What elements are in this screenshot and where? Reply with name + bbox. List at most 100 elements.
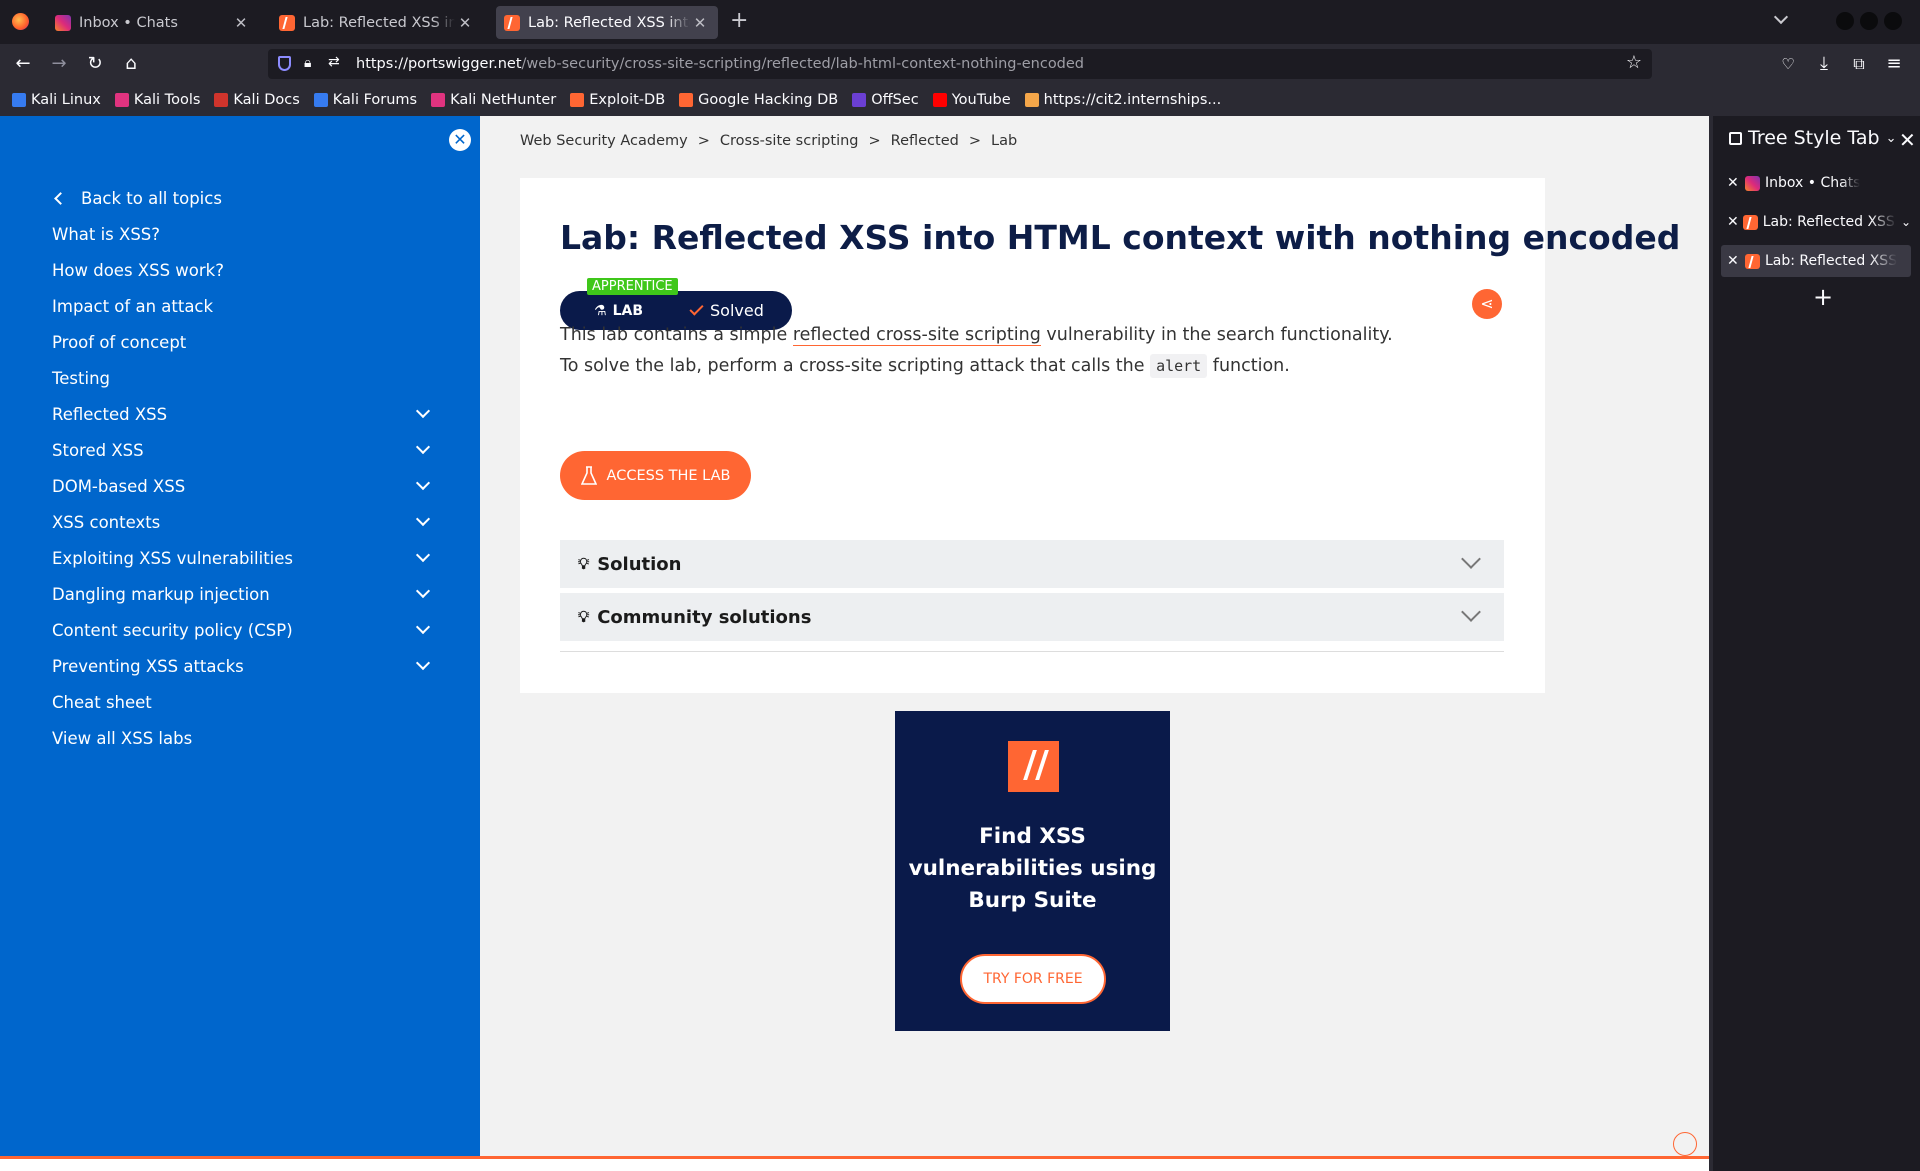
sidebar-item[interactable]: Testing [52,360,432,396]
forward-arrow-icon[interactable]: → [47,52,71,76]
sidebar-item[interactable]: View all XSS labs [52,720,432,756]
flask-icon: ⚗︎ [594,302,607,319]
lab-card: Lab: Reflected XSS into HTML context wit… [520,178,1680,693]
breadcrumb-item[interactable]: Reflected [891,133,959,149]
tst-tab-lab-2-active[interactable]: ✕ Lab: Reflected XSS [1721,245,1911,277]
tab-close-icon[interactable]: ✕ [231,14,251,32]
bookmark-item[interactable]: OffSec [852,92,919,108]
scroll-to-top-icon[interactable] [1673,1132,1697,1156]
reload-icon[interactable]: ↻ [83,52,107,76]
tab-lab-1[interactable]: Lab: Reflected XSS into HTML context ✕ [271,6,483,39]
flask-icon [580,465,597,485]
tst-tab-inbox[interactable]: ✕ Inbox • Chats [1721,167,1911,199]
bookmark-favicon-icon [679,93,694,107]
chevron-down-icon[interactable] [415,619,431,635]
extensions-icon[interactable]: ⧉ [1847,52,1871,76]
sidebar-item[interactable]: Impact of an attack [52,288,432,324]
solution-accordion[interactable]: 💡︎ Solution [560,540,1504,588]
share-icon[interactable]: ⋖ [1472,289,1502,319]
bookmark-label: Kali NetHunter [450,92,557,108]
sidebar-item[interactable]: Stored XSS [52,432,432,468]
close-tab-icon[interactable]: ✕ [1727,214,1739,230]
bookmark-item[interactable]: https://cit2.internships... [1024,92,1222,108]
pocket-icon[interactable]: ♡ [1776,52,1800,76]
bookmark-item[interactable]: Kali Linux [12,92,101,108]
tracking-protection-shield-icon[interactable] [278,56,291,71]
bookmark-item[interactable]: Kali NetHunter [431,92,556,108]
sidebar-item[interactable]: Content security policy (CSP) [52,612,432,648]
breadcrumb-item[interactable]: Cross-site scripting [720,133,859,149]
chevron-down-icon[interactable] [415,403,431,419]
burp-suite-ad: Find XSS vulnerabilities using Burp Suit… [895,711,1170,1031]
bookmark-item[interactable]: Kali Docs [214,92,300,108]
firefox-menu-icon[interactable] [12,13,29,30]
access-lab-button[interactable]: ACCESS THE LAB [560,451,751,500]
sidebar-item-label: What is XSS? [52,224,161,244]
sidebar-item[interactable]: What is XSS? [52,216,432,252]
maximize-icon[interactable] [1860,12,1878,30]
sidebar-item[interactable]: Preventing XSS attacks [52,648,432,684]
tst-tab-title: Lab: Reflected XSS into [1762,214,1897,230]
downloads-icon[interactable]: ⤓ [1812,52,1836,76]
close-window-icon[interactable] [1884,12,1902,30]
bookmark-favicon-icon [1024,93,1039,107]
reflected-xss-link[interactable]: reflected cross-site scripting [792,325,1041,346]
close-tab-icon[interactable]: ✕ [1727,175,1741,191]
tst-tab-title: Lab: Reflected XSS [1765,253,1898,269]
chevron-down-icon[interactable] [415,511,431,527]
bookmark-label: Kali Docs [233,92,300,108]
permissions-icon[interactable]: ⇄ [328,54,340,70]
chevron-down-icon[interactable]: ⌄ [1901,215,1911,229]
bookmark-label: https://cit2.internships... [1043,92,1222,108]
tst-tab-lab-1[interactable]: ✕ Lab: Reflected XSS into ⌄ [1721,206,1911,238]
tab-title: Lab: Reflected XSS into HTML context [303,14,455,31]
try-for-free-button[interactable]: TRY FOR FREE [960,954,1106,1004]
tab-close-icon[interactable]: ✕ [690,14,710,32]
close-tab-icon[interactable]: ✕ [1727,253,1741,269]
breadcrumb-item[interactable]: Lab [991,133,1017,149]
url-bar[interactable]: 🔒︎ ⇄ https://portswigger.net/web-securit… [268,49,1652,79]
chevron-down-icon[interactable] [415,439,431,455]
tab-lab-2-active[interactable]: Lab: Reflected XSS into HTML context ✕ [496,6,718,39]
breadcrumb-item[interactable]: Web Security Academy [520,133,688,149]
chevron-down-icon[interactable] [415,475,431,491]
home-icon[interactable]: ⌂ [119,52,143,76]
community-solutions-accordion[interactable]: 💡︎ Community solutions [560,593,1504,641]
hamburger-menu-icon[interactable]: ≡ [1882,52,1906,76]
bookmark-item[interactable]: Google Hacking DB [679,92,838,108]
new-tab-button[interactable]: + [730,8,748,33]
tab-inbox-chats[interactable]: Inbox • Chats ✕ [47,6,259,39]
sidebar-item[interactable]: Dangling markup injection [52,576,432,612]
bookmark-label: OffSec [871,92,919,108]
tab-close-icon[interactable]: ✕ [455,14,475,32]
back-arrow-icon[interactable]: ← [11,52,35,76]
lock-icon[interactable]: 🔒︎ [304,55,311,71]
bookmark-star-icon[interactable]: ☆ [1626,52,1642,73]
close-sidebar-icon[interactable]: ✕ [449,129,471,151]
bookmark-favicon-icon [114,93,129,107]
minimize-icon[interactable] [1836,12,1854,30]
chevron-down-icon[interactable] [415,655,431,671]
solution-label: Solution [597,553,682,575]
sidebar-item[interactable]: Exploiting XSS vulnerabilities [52,540,432,576]
bookmark-item[interactable]: Kali Forums [313,92,417,108]
tst-header[interactable]: Tree Style Tab ⌄ [1729,127,1896,149]
chevron-down-icon[interactable] [415,547,431,563]
back-to-topics-link[interactable]: Back to all topics [52,180,432,216]
sidebar-item[interactable]: DOM-based XSS [52,468,432,504]
list-all-tabs-icon[interactable] [1773,9,1789,25]
bookmark-item[interactable]: Exploit-DB [570,92,665,108]
lightbulbs-icon: 💡︎ [578,607,590,626]
sidebar-item[interactable]: Cheat sheet [52,684,432,720]
sidebar-item[interactable]: How does XSS work? [52,252,432,288]
window-controls [1836,12,1902,30]
sidebar-item-label: Dangling markup injection [52,584,270,604]
chevron-down-icon[interactable] [415,583,431,599]
sidebar-item[interactable]: Reflected XSS [52,396,432,432]
sidebar-item[interactable]: XSS contexts [52,504,432,540]
new-tab-button[interactable]: + [1813,283,1833,311]
bookmark-item[interactable]: YouTube [932,92,1011,108]
sidebar-item[interactable]: Proof of concept [52,324,432,360]
bookmark-item[interactable]: Kali Tools [114,92,200,108]
close-sidebar-icon[interactable]: ✕ [1899,128,1916,152]
